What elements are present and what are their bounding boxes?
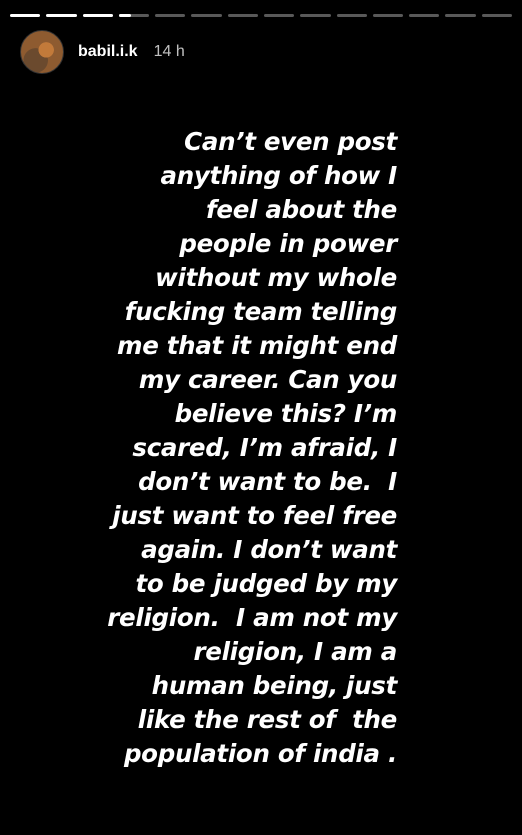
progress-segment — [372, 14, 404, 17]
story-text-line: Can’t even post — [184, 127, 397, 156]
progress-segment — [409, 14, 440, 17]
story-text-line: just want to feel free — [112, 501, 397, 530]
story-progress-bar — [10, 14, 512, 17]
story-text-line: fucking team telling — [124, 297, 398, 326]
progress-segment-active — [118, 14, 150, 17]
progress-segment — [300, 14, 331, 17]
story-text-line: people in power — [179, 229, 397, 258]
progress-segment — [227, 14, 258, 17]
story-text-line: without my whole — [155, 263, 397, 292]
story-header: babil.i.k 14 h — [20, 30, 185, 74]
progress-segment — [10, 14, 41, 17]
username[interactable]: babil.i.k — [78, 43, 138, 61]
progress-segment — [46, 14, 77, 17]
story-text-line: religion, I am a — [193, 637, 397, 666]
story-text-line: anything of how I — [160, 161, 398, 190]
story-text-line: don’t want to be. I — [138, 467, 397, 496]
story-timestamp: 14 h — [153, 43, 185, 60]
story-text-line: believe this? I’m — [174, 399, 398, 428]
progress-segment — [445, 14, 476, 17]
story-text: Can’t even post anything of how I feel a… — [60, 125, 397, 771]
progress-segment — [336, 14, 367, 17]
progress-segment — [82, 14, 113, 17]
story-text-line: again. I don’t want — [141, 535, 397, 564]
story-text-line: to be judged by my — [135, 569, 398, 598]
story-text-line: scared, I’m afraid, I — [132, 433, 397, 462]
progress-segment — [155, 14, 186, 17]
story-text-line: population of india . — [123, 739, 397, 768]
story-text-line: feel about the — [206, 195, 397, 224]
avatar[interactable] — [20, 30, 64, 74]
story-text-line: me that it might end — [117, 331, 397, 360]
progress-segment — [191, 14, 222, 17]
progress-segment — [481, 14, 512, 17]
story-text-line: religion. I am not my — [107, 603, 397, 632]
story-text-line: like the rest of the — [137, 705, 398, 734]
story-text-line: my career. Can you — [138, 365, 397, 394]
story-text-line: human being, just — [151, 671, 398, 700]
progress-segment — [263, 14, 295, 17]
